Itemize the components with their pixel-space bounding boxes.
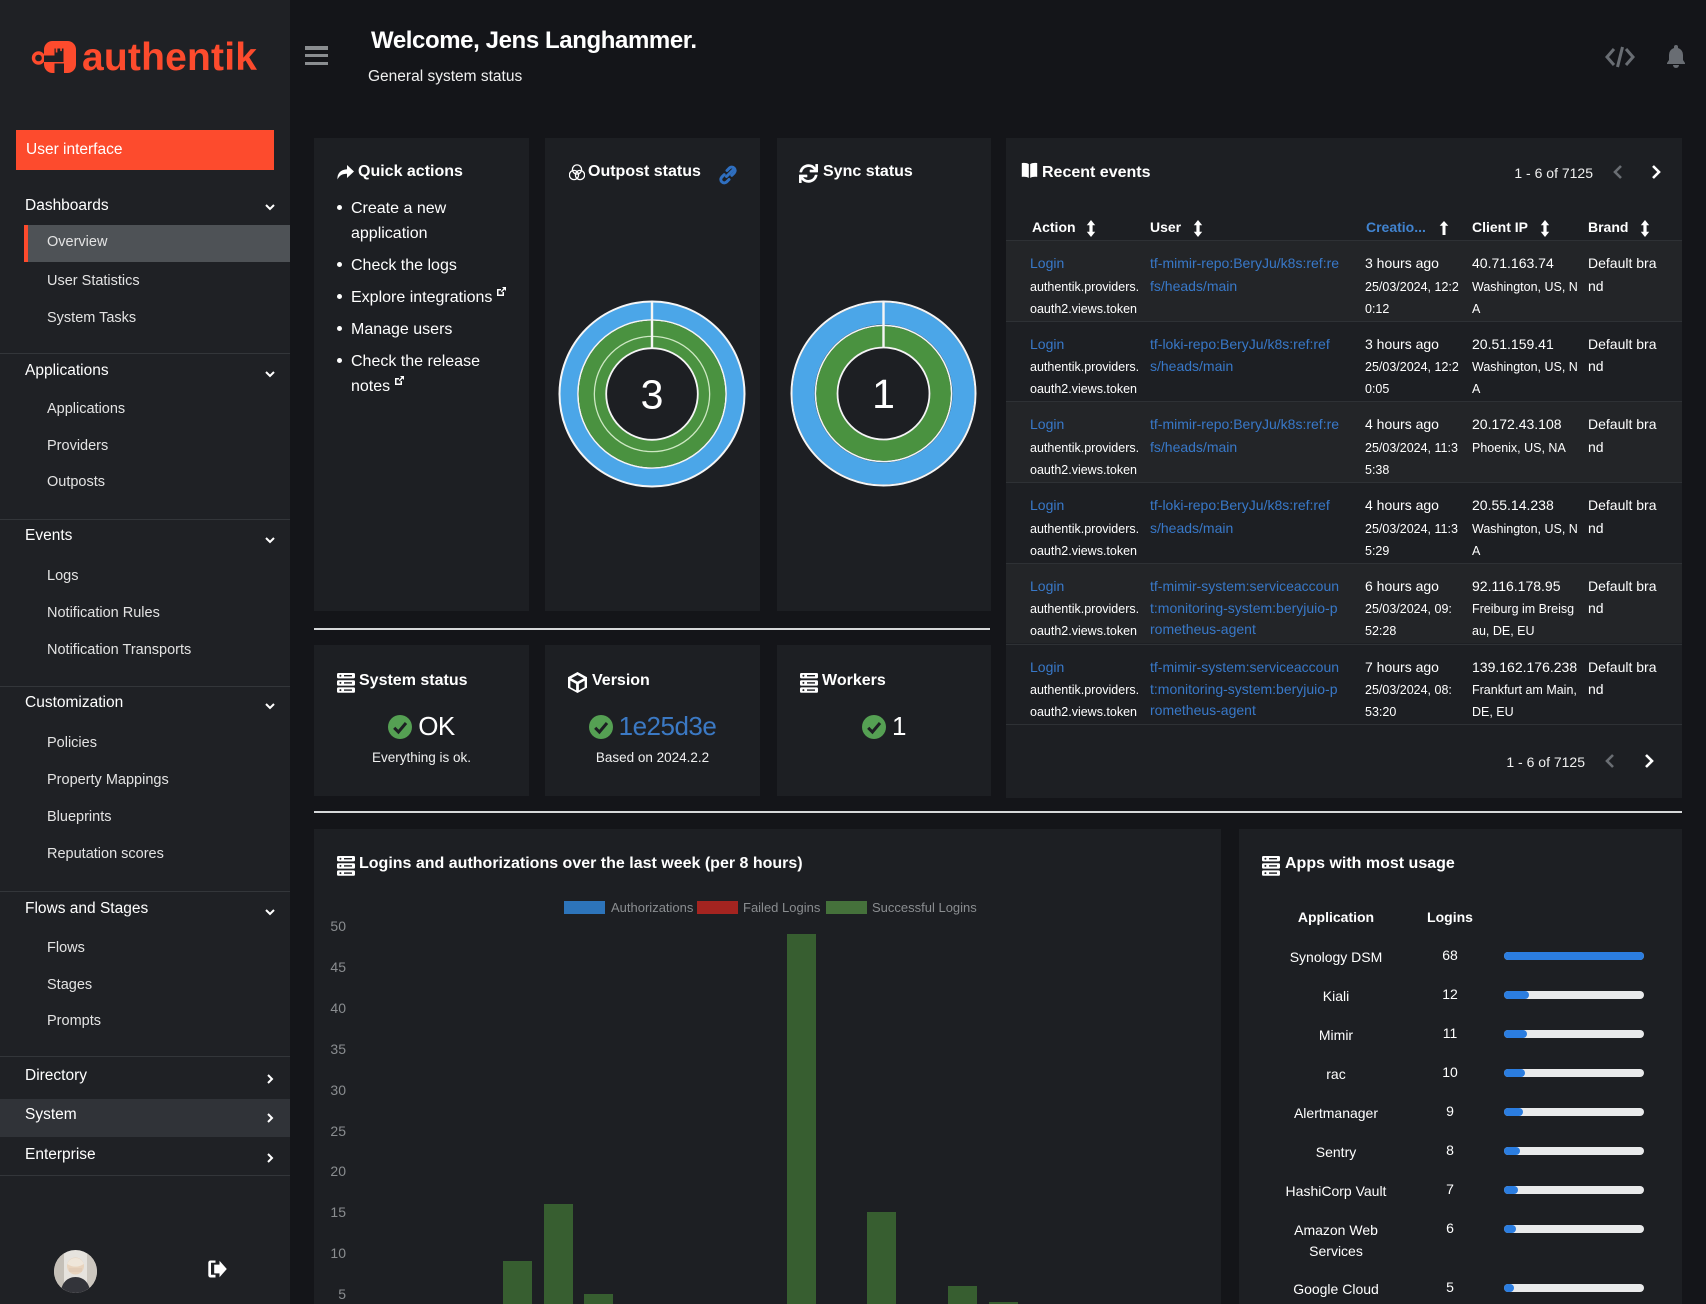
svg-text:authentik: authentik: [82, 36, 257, 79]
svg-text:1: 1: [872, 371, 895, 417]
svg-text:3: 3: [641, 372, 664, 418]
